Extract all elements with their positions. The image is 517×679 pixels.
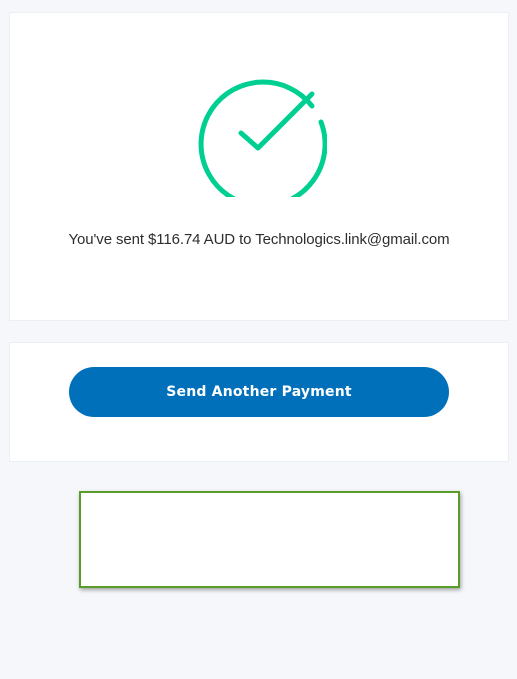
action-card: Send Another Payment [10,343,508,461]
check-circle-icon [193,63,327,197]
send-another-payment-button[interactable]: Send Another Payment [69,367,449,417]
success-card: You've sent $116.74 AUD to Technologics.… [10,13,508,320]
payment-confirmation-text: You've sent $116.74 AUD to Technologics.… [68,231,450,248]
highlight-box [79,491,460,588]
